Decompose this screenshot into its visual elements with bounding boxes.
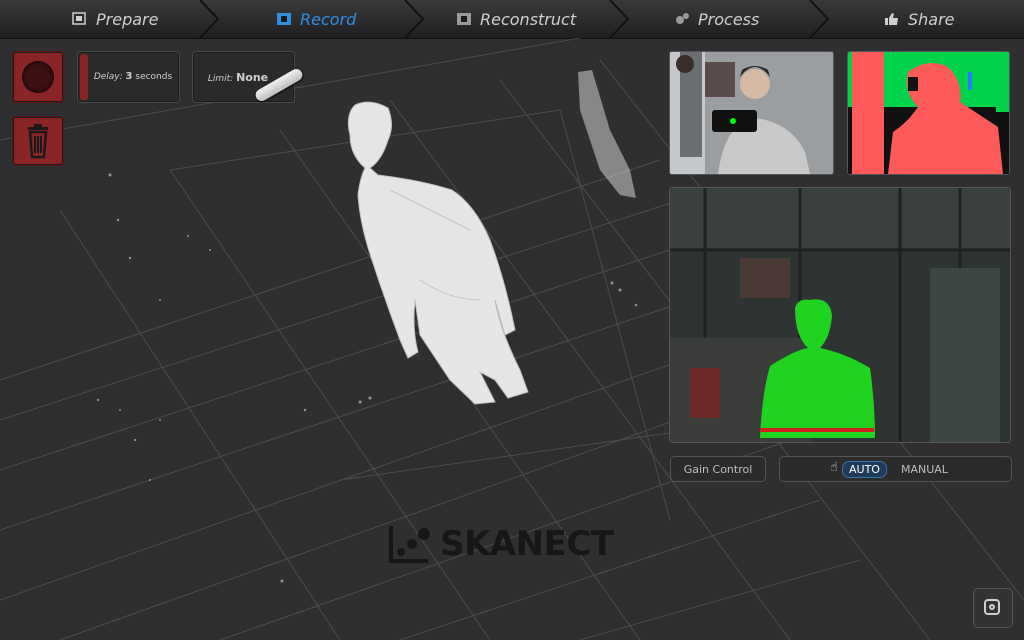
delay-label: Delay: bbox=[93, 72, 123, 82]
skanect-logo: SKANECT bbox=[388, 524, 614, 564]
tab-reconstruct-label: Reconstruct bbox=[480, 9, 577, 29]
tab-process-label: Process bbox=[698, 9, 760, 29]
prepare-icon bbox=[72, 12, 86, 25]
limit-control[interactable]: Limit: None bbox=[192, 51, 305, 104]
record-dot-icon bbox=[22, 61, 54, 93]
tab-reconstruct[interactable]: Reconstruct bbox=[456, 0, 576, 38]
tab-prepare[interactable]: Prepare bbox=[72, 0, 158, 38]
tab-process[interactable]: Process bbox=[674, 0, 759, 38]
gear-icon bbox=[676, 13, 689, 24]
gain-mode-toggle[interactable]: ☝ AUTO MANUAL bbox=[779, 456, 1012, 482]
delay-text: Delay: 3 seconds bbox=[90, 71, 176, 82]
trash-icon bbox=[28, 124, 48, 159]
mode-manual-option[interactable]: MANUAL bbox=[901, 463, 948, 476]
gain-control-button[interactable]: Gain Control bbox=[670, 456, 766, 482]
live-camera-view bbox=[669, 187, 1011, 443]
record-button[interactable] bbox=[12, 51, 64, 103]
limit-label: Limit: bbox=[207, 74, 234, 84]
thumbs-up-icon bbox=[885, 13, 898, 25]
gain-control-label: Gain Control bbox=[683, 462, 753, 476]
scanned-body-mesh bbox=[347, 101, 529, 405]
logo-mark-icon bbox=[389, 526, 430, 563]
delay-control[interactable]: Delay: 3 seconds bbox=[77, 51, 180, 103]
tab-record-label: Record bbox=[300, 9, 357, 29]
film-icon bbox=[457, 13, 471, 25]
tab-record[interactable]: Record bbox=[276, 0, 356, 38]
point-cloud-fragment bbox=[578, 70, 636, 198]
snapshot-button[interactable] bbox=[973, 588, 1013, 628]
mode-auto-option[interactable]: AUTO bbox=[842, 460, 887, 478]
top-nav: Prepare Record Reconstruct Process Share bbox=[0, 0, 1024, 39]
rgb-camera-thumbnail bbox=[669, 51, 834, 175]
delay-unit: seconds bbox=[135, 72, 173, 82]
film-icon bbox=[277, 13, 291, 25]
hand-cursor-icon: ☝ bbox=[830, 460, 838, 475]
logo-text: SKANECT bbox=[440, 524, 614, 564]
tab-prepare-label: Prepare bbox=[96, 9, 159, 29]
depth-camera-thumbnail bbox=[847, 51, 1010, 175]
tab-share-label: Share bbox=[908, 9, 955, 29]
delay-value: 3 bbox=[125, 71, 133, 82]
tab-share[interactable]: Share bbox=[884, 0, 955, 38]
camera-icon bbox=[984, 599, 1000, 615]
limit-value: None bbox=[236, 71, 269, 84]
delay-indicator bbox=[80, 54, 88, 100]
delete-button[interactable] bbox=[12, 116, 64, 166]
